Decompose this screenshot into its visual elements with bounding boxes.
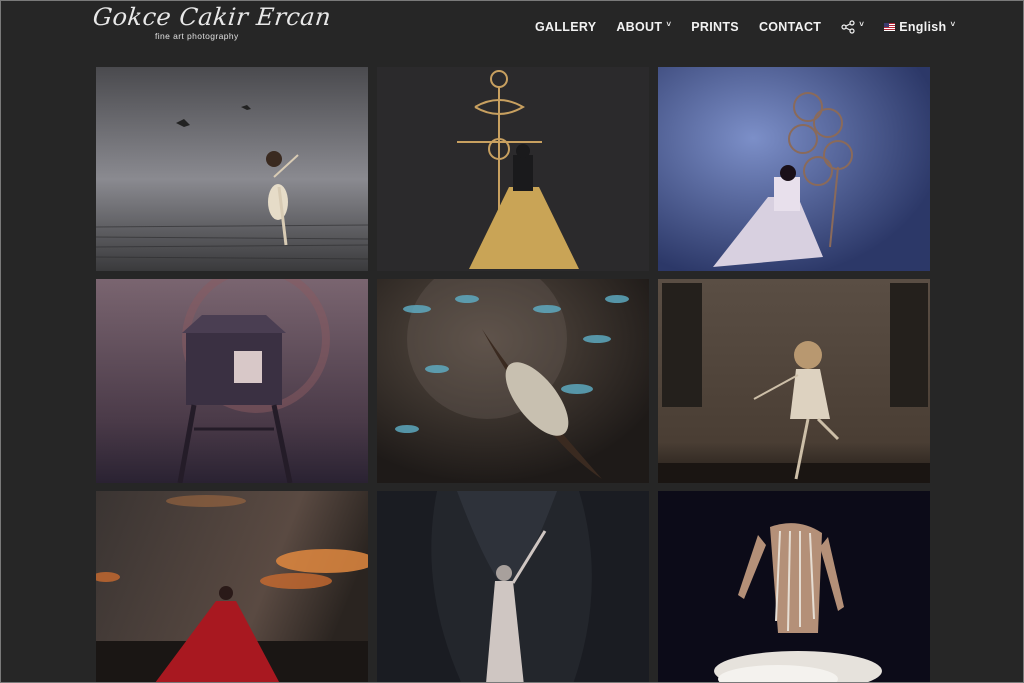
us-flag-icon <box>884 23 896 31</box>
photo-woman-in-red-dress-under-sunset <box>96 491 368 682</box>
logo-tagline: fine art photography <box>155 31 239 41</box>
photo-woman-dancing-on-water-with-birds <box>96 67 368 271</box>
share-icon <box>841 20 855 34</box>
gallery-tile[interactable] <box>96 67 368 271</box>
nav-gallery-label: GALLERY <box>535 20 597 34</box>
site-logo[interactable]: Gokce Cakir Ercan fine art photography <box>92 3 333 49</box>
photo-woman-falling-with-feathers <box>658 491 930 682</box>
gallery-tile[interactable] <box>96 491 368 682</box>
language-selector[interactable]: English ˅ <box>884 20 955 34</box>
gallery-tile[interactable] <box>658 279 930 483</box>
main-nav: GALLERY ABOUT ˅ PRINTS CONTACT ˅ English… <box>535 19 955 35</box>
chevron-down-icon: ˅ <box>666 19 672 29</box>
site-header: Gokce Cakir Ercan fine art photography G… <box>1 1 1023 59</box>
gallery-tile[interactable] <box>377 279 649 483</box>
gallery-tile[interactable] <box>377 491 649 682</box>
photo-woman-seated-with-dreamcatcher <box>658 67 930 271</box>
nav-gallery[interactable]: GALLERY <box>535 20 596 34</box>
gallery-tile[interactable] <box>377 67 649 271</box>
photo-woman-in-dark-forest <box>377 491 649 682</box>
chevron-down-icon: ˅ <box>859 19 865 29</box>
page-frame: Gokce Cakir Ercan fine art photography G… <box>0 0 1024 683</box>
gallery-tile[interactable] <box>658 491 930 682</box>
photo-girl-in-wooden-stilt-house <box>96 279 368 483</box>
nav-share[interactable]: ˅ <box>841 20 864 34</box>
photo-woman-in-boat-with-fish <box>377 279 649 483</box>
nav-about-label: ABOUT <box>616 20 663 34</box>
photo-woman-in-gold-dress-with-symbol <box>377 67 649 271</box>
logo-script-text: Gokce Cakir Ercan <box>91 3 333 31</box>
nav-prints-label: PRINTS <box>691 20 739 34</box>
nav-about[interactable]: ABOUT ˅ <box>616 19 672 35</box>
chevron-down-icon: ˅ <box>950 19 956 29</box>
nav-prints[interactable]: PRINTS <box>691 20 739 34</box>
nav-contact[interactable]: CONTACT <box>759 20 821 34</box>
language-label: English <box>899 20 947 34</box>
photo-woman-dancing-in-empty-room <box>658 279 930 483</box>
gallery-tile[interactable] <box>96 279 368 483</box>
gallery-tile[interactable] <box>658 67 930 271</box>
nav-contact-label: CONTACT <box>758 20 822 34</box>
